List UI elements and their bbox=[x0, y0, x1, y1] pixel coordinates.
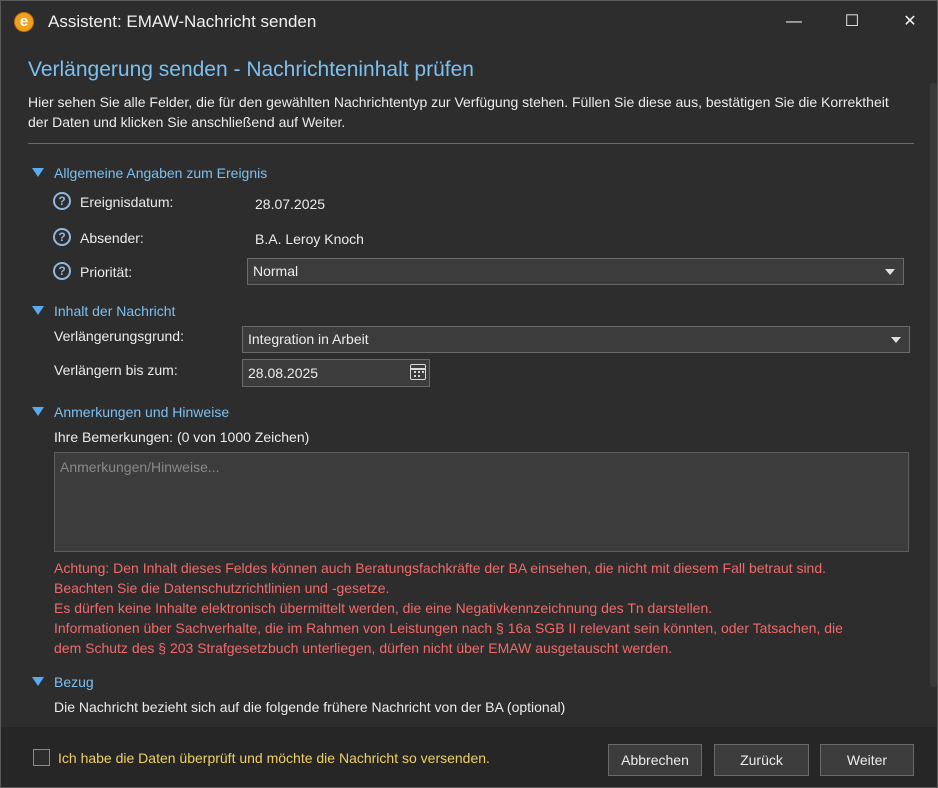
section-notes-header[interactable]: Anmerkungen und Hinweise bbox=[32, 404, 229, 420]
event-date-label: Ereignisdatum: bbox=[80, 194, 174, 210]
divider bbox=[28, 143, 914, 144]
help-icon[interactable]: ? bbox=[53, 228, 71, 246]
page-intro: Hier sehen Sie alle Felder, die für den … bbox=[28, 94, 889, 130]
collapse-triangle-icon bbox=[32, 407, 44, 416]
maximize-button[interactable]: ☐ bbox=[823, 1, 881, 43]
section-reference-header[interactable]: Bezug bbox=[32, 674, 94, 690]
sender-value: B.A. Leroy Knoch bbox=[255, 231, 364, 247]
confirm-checkbox-label[interactable]: Ich habe die Daten überprüft und möchte … bbox=[58, 750, 490, 766]
collapse-triangle-icon bbox=[32, 168, 44, 177]
chevron-down-icon bbox=[885, 269, 895, 275]
confirm-checkbox[interactable] bbox=[33, 749, 50, 766]
collapse-triangle-icon bbox=[32, 677, 44, 686]
section-general-header[interactable]: Allgemeine Angaben zum Ereignis bbox=[32, 165, 267, 181]
extension-reason-label: Verlängerungsgrund: bbox=[54, 328, 184, 344]
section-notes-title: Anmerkungen und Hinweise bbox=[54, 404, 230, 420]
sender-label: Absender: bbox=[80, 230, 144, 246]
remarks-label: Ihre Bemerkungen: (0 von 1000 Zeichen) bbox=[54, 429, 310, 445]
warning-line: dem Schutz des § 203 Strafgesetzbuch unt… bbox=[54, 640, 673, 656]
collapse-triangle-icon bbox=[32, 306, 44, 315]
dialog-window: e Assistent: EMAW-Nachricht senden — ☐ ✕… bbox=[0, 0, 938, 788]
warning-line: Achtung: Den Inhalt dieses Feldes können… bbox=[54, 560, 827, 576]
minimize-button[interactable]: — bbox=[765, 1, 823, 43]
extend-until-label: Verlängern bis zum: bbox=[54, 362, 178, 378]
remarks-textarea[interactable]: Anmerkungen/Hinweise... bbox=[54, 452, 909, 552]
chevron-down-icon bbox=[891, 337, 901, 343]
help-icon[interactable]: ? bbox=[53, 192, 71, 210]
scrollbar[interactable] bbox=[930, 83, 937, 687]
window-title: Assistent: EMAW-Nachricht senden bbox=[48, 12, 317, 31]
app-logo-icon: e bbox=[14, 12, 34, 32]
privacy-warning: Achtung: Den Inhalt dieses Feldes können… bbox=[54, 558, 914, 658]
back-button[interactable]: Zurück bbox=[714, 744, 809, 776]
event-date-value: 28.07.2025 bbox=[255, 196, 326, 212]
next-button[interactable]: Weiter bbox=[820, 744, 914, 776]
warning-line: Es dürfen keine Inhalte elektronisch übe… bbox=[54, 600, 713, 616]
page-title: Verlängerung senden - Nachrichteninhalt … bbox=[28, 58, 474, 81]
section-content-header[interactable]: Inhalt der Nachricht bbox=[32, 303, 175, 319]
warning-line: Beachten Sie die Datenschutzrichtlinien … bbox=[54, 580, 390, 596]
warning-line: Informationen über Sachverhalte, die im … bbox=[54, 620, 843, 636]
extend-until-value: 28.08.2025 bbox=[248, 365, 319, 381]
reference-text: Die Nachricht bezieht sich auf die folge… bbox=[54, 699, 566, 715]
extension-reason-select[interactable]: Integration in Arbeit bbox=[242, 326, 910, 353]
cancel-button[interactable]: Abbrechen bbox=[608, 744, 702, 776]
section-general-title: Allgemeine Angaben zum Ereignis bbox=[54, 165, 268, 181]
title-bar: e Assistent: EMAW-Nachricht senden — ☐ ✕ bbox=[1, 1, 937, 43]
calendar-icon[interactable] bbox=[410, 364, 426, 380]
close-button[interactable]: ✕ bbox=[881, 1, 938, 43]
section-content-title: Inhalt der Nachricht bbox=[54, 303, 176, 319]
help-icon[interactable]: ? bbox=[53, 262, 71, 280]
priority-select[interactable]: Normal bbox=[247, 258, 904, 285]
extend-until-date-field[interactable]: 28.08.2025 bbox=[242, 359, 430, 387]
extension-reason-value: Integration in Arbeit bbox=[248, 331, 369, 347]
priority-label: Priorität: bbox=[80, 264, 133, 280]
remarks-placeholder: Anmerkungen/Hinweise... bbox=[60, 459, 220, 475]
section-reference-title: Bezug bbox=[54, 674, 94, 690]
priority-select-value: Normal bbox=[253, 263, 299, 279]
